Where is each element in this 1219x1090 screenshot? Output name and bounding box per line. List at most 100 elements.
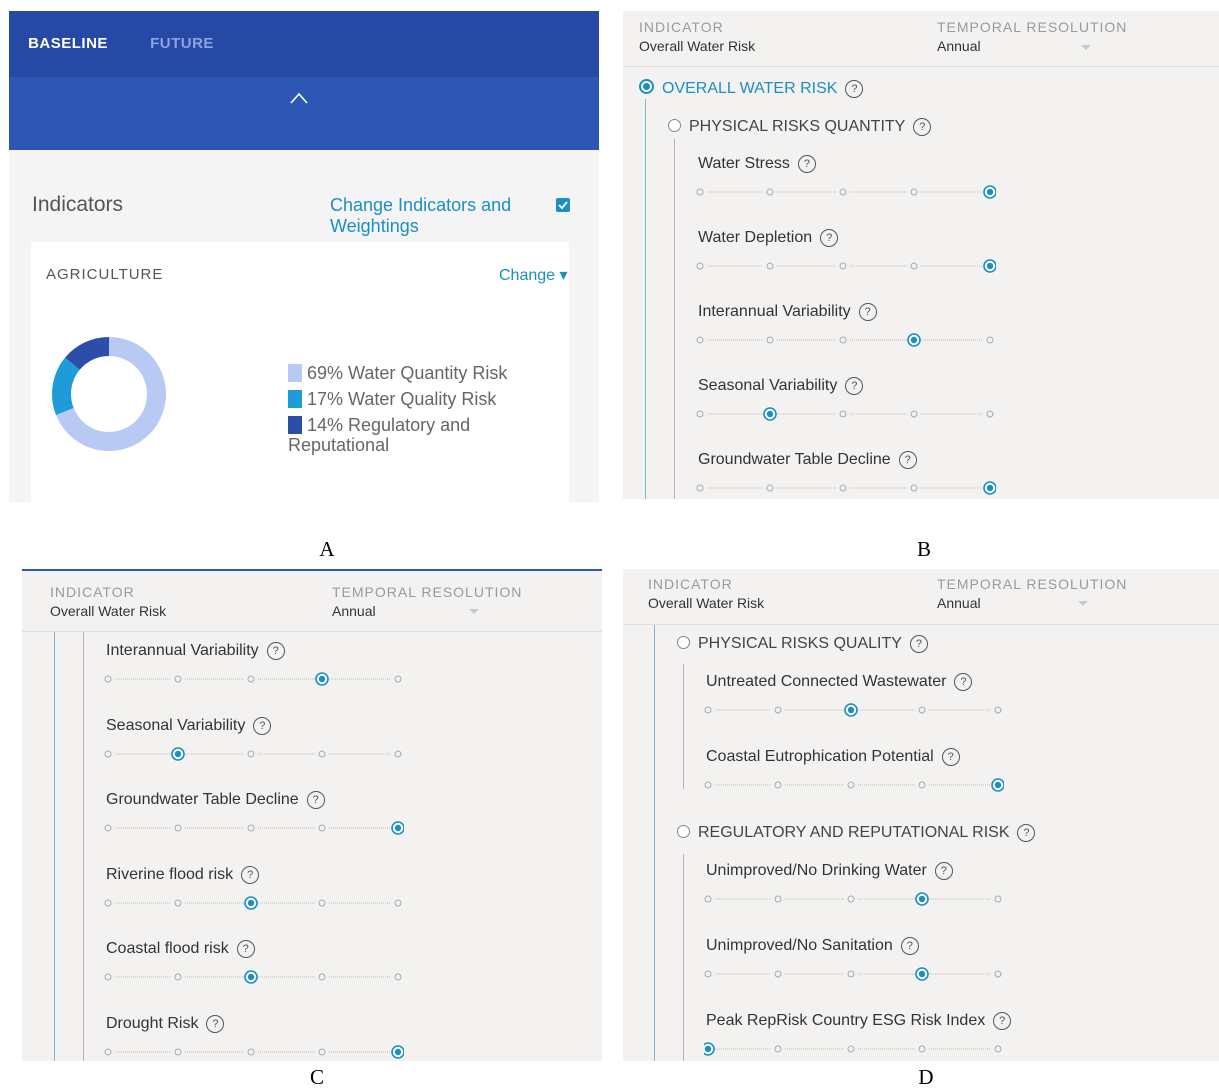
card-change-dropdown[interactable]: Change ▾ <box>499 265 568 285</box>
slider-stop[interactable] <box>766 336 774 344</box>
slider-handle-dot[interactable] <box>704 1045 712 1053</box>
help-icon[interactable]: ? <box>797 155 816 173</box>
indicator-value[interactable]: Overall Water Risk <box>639 38 755 54</box>
slider-stop[interactable] <box>696 410 704 418</box>
temporal-value[interactable]: Annual <box>332 603 376 619</box>
slider-handle-dot[interactable] <box>394 824 402 832</box>
slider-stop[interactable] <box>394 899 402 906</box>
indicator-value[interactable]: Overall Water Risk <box>50 603 166 619</box>
slider-stop[interactable] <box>918 1045 926 1053</box>
slider-handle-dot[interactable] <box>174 750 182 757</box>
slider-handle-dot[interactable] <box>394 1048 402 1055</box>
help-icon[interactable]: ? <box>993 1012 1012 1030</box>
weight-slider[interactable] <box>696 480 996 495</box>
slider-stop[interactable] <box>839 410 847 418</box>
slider-stop[interactable] <box>394 973 402 981</box>
slider-handle-dot[interactable] <box>766 410 774 418</box>
slider-stop[interactable] <box>174 899 182 906</box>
help-icon[interactable]: ? <box>206 1014 225 1033</box>
help-icon[interactable]: ? <box>913 118 932 136</box>
radio-selected-icon[interactable] <box>639 79 654 94</box>
slider-stop[interactable] <box>318 824 326 832</box>
radio-icon[interactable] <box>677 636 690 649</box>
weight-slider[interactable] <box>104 969 404 984</box>
slider-stop[interactable] <box>994 706 1002 714</box>
slider-stop[interactable] <box>104 973 112 981</box>
physical-risks-quality-option[interactable]: PHYSICAL RISKS QUALITY? <box>677 635 928 653</box>
slider-stop[interactable] <box>696 336 704 344</box>
weight-slider[interactable] <box>704 702 1004 717</box>
slider-stop[interactable] <box>847 970 855 978</box>
slider-stop[interactable] <box>104 1048 112 1055</box>
radio-icon[interactable] <box>677 825 690 838</box>
overall-water-risk-option[interactable]: OVERALL WATER RISK? <box>639 79 864 98</box>
help-icon[interactable]: ? <box>253 716 272 735</box>
weight-slider[interactable] <box>104 1044 404 1059</box>
slider-handle-dot[interactable] <box>910 336 918 344</box>
slider-handle-dot[interactable] <box>918 895 926 903</box>
slider-stop[interactable] <box>704 706 712 714</box>
slider-stop[interactable] <box>104 750 112 757</box>
slider-stop[interactable] <box>910 262 918 270</box>
slider-stop[interactable] <box>910 188 918 196</box>
slider-stop[interactable] <box>247 824 255 832</box>
regulatory-reputational-option[interactable]: REGULATORY AND REPUTATIONAL RISK? <box>677 824 1036 842</box>
weight-slider[interactable] <box>696 258 996 273</box>
slider-handle-dot[interactable] <box>986 188 994 196</box>
slider-stop[interactable] <box>394 750 402 757</box>
slider-stop[interactable] <box>774 706 782 714</box>
help-icon[interactable]: ? <box>266 642 285 660</box>
checkbox-icon[interactable] <box>556 198 570 212</box>
slider-stop[interactable] <box>318 973 326 981</box>
weight-slider[interactable] <box>696 184 996 199</box>
slider-stop[interactable] <box>696 262 704 270</box>
slider-stop[interactable] <box>839 188 847 196</box>
slider-stop[interactable] <box>774 1045 782 1053</box>
help-icon[interactable]: ? <box>898 451 917 469</box>
indicator-value[interactable]: Overall Water Risk <box>648 595 764 611</box>
slider-stop[interactable] <box>918 706 926 714</box>
slider-stop[interactable] <box>847 1045 855 1053</box>
weight-slider[interactable] <box>104 820 404 835</box>
weight-slider[interactable] <box>104 746 404 761</box>
slider-handle-dot[interactable] <box>318 675 326 683</box>
dropdown-arrow-icon[interactable] <box>1081 45 1091 50</box>
weight-slider[interactable] <box>104 671 404 686</box>
chevron-up-icon[interactable] <box>290 91 308 105</box>
help-icon[interactable]: ? <box>858 303 877 321</box>
tab-future[interactable]: FUTURE <box>127 11 237 77</box>
slider-stop[interactable] <box>986 336 994 344</box>
help-icon[interactable]: ? <box>820 229 839 247</box>
slider-stop[interactable] <box>174 824 182 832</box>
weight-slider[interactable] <box>104 895 404 910</box>
slider-stop[interactable] <box>839 484 847 492</box>
slider-stop[interactable] <box>318 750 326 757</box>
slider-stop[interactable] <box>394 675 402 683</box>
help-icon[interactable]: ? <box>954 673 973 691</box>
weight-slider[interactable] <box>704 966 1004 981</box>
weight-slider[interactable] <box>696 406 996 421</box>
slider-stop[interactable] <box>318 1048 326 1055</box>
help-icon[interactable]: ? <box>941 748 960 766</box>
slider-handle-dot[interactable] <box>986 484 994 492</box>
slider-stop[interactable] <box>704 970 712 978</box>
slider-stop[interactable] <box>994 1045 1002 1053</box>
weight-slider[interactable] <box>696 332 996 347</box>
slider-stop[interactable] <box>847 895 855 903</box>
dropdown-arrow-icon[interactable] <box>469 609 479 614</box>
slider-handle-dot[interactable] <box>994 781 1002 789</box>
slider-stop[interactable] <box>918 781 926 789</box>
help-icon[interactable]: ? <box>845 377 864 395</box>
tab-baseline[interactable]: BASELINE <box>9 11 127 77</box>
slider-stop[interactable] <box>174 1048 182 1055</box>
slider-stop[interactable] <box>774 895 782 903</box>
slider-stop[interactable] <box>104 675 112 683</box>
slider-stop[interactable] <box>696 188 704 196</box>
slider-stop[interactable] <box>910 410 918 418</box>
temporal-value[interactable]: Annual <box>937 595 981 611</box>
slider-stop[interactable] <box>318 899 326 906</box>
slider-handle-dot[interactable] <box>247 973 255 981</box>
help-icon[interactable]: ? <box>236 940 255 958</box>
slider-stop[interactable] <box>766 262 774 270</box>
slider-stop[interactable] <box>994 970 1002 978</box>
